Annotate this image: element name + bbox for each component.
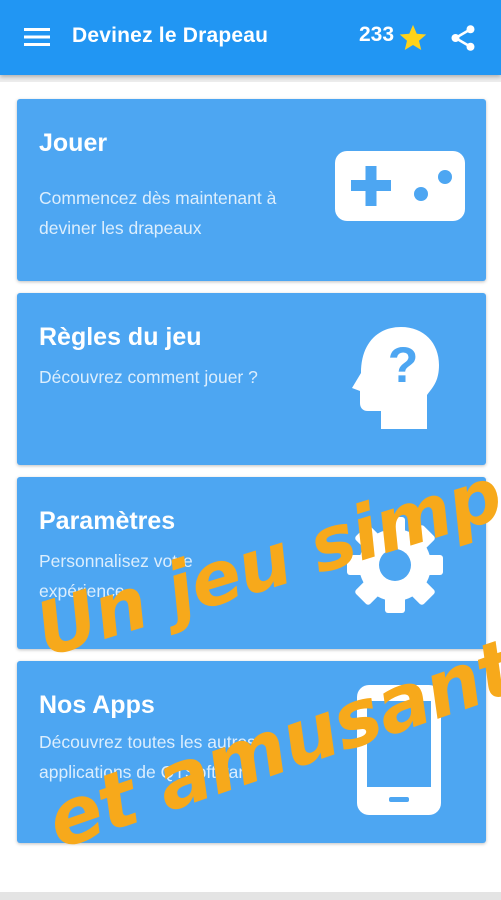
card-description: Découvrez comment jouer ? — [39, 367, 258, 387]
card-title: Paramètres — [39, 507, 176, 535]
app-title: Devinez le Drapeau — [72, 24, 269, 47]
card-settings[interactable]: Paramètres Personnalisez votre expérienc… — [17, 477, 486, 649]
card-our-apps[interactable]: Nos Apps Découvrez toutes les autres app… — [17, 661, 486, 843]
share-icon[interactable] — [448, 23, 478, 53]
svg-text:?: ? — [388, 337, 419, 393]
gear-icon — [347, 517, 443, 613]
card-rules[interactable]: Règles du jeu Découvrez comment jouer ? … — [17, 293, 486, 465]
card-play[interactable]: Jouer Commencez dès maintenant à deviner… — [17, 99, 486, 281]
star-score: 233 — [359, 23, 395, 46]
smartphone-icon — [357, 685, 441, 815]
card-description: Commencez dès maintenant à deviner les d… — [39, 188, 277, 238]
card-description: Découvrez toutes les autres applications… — [39, 732, 256, 782]
card-description: Personnalisez votre expérience — [39, 551, 193, 601]
gamepad-icon — [335, 151, 465, 221]
app-bar: Devinez le Drapeau 233 — [0, 0, 501, 75]
menu-list: Jouer Commencez dès maintenant à deviner… — [0, 82, 501, 892]
star-icon — [399, 24, 427, 50]
card-title: Jouer — [39, 129, 108, 157]
head-question-icon: ? — [352, 327, 439, 429]
card-title: Règles du jeu — [39, 323, 202, 351]
hamburger-menu-icon[interactable] — [22, 24, 52, 50]
card-title: Nos Apps — [39, 691, 155, 719]
bottom-divider — [0, 892, 501, 900]
